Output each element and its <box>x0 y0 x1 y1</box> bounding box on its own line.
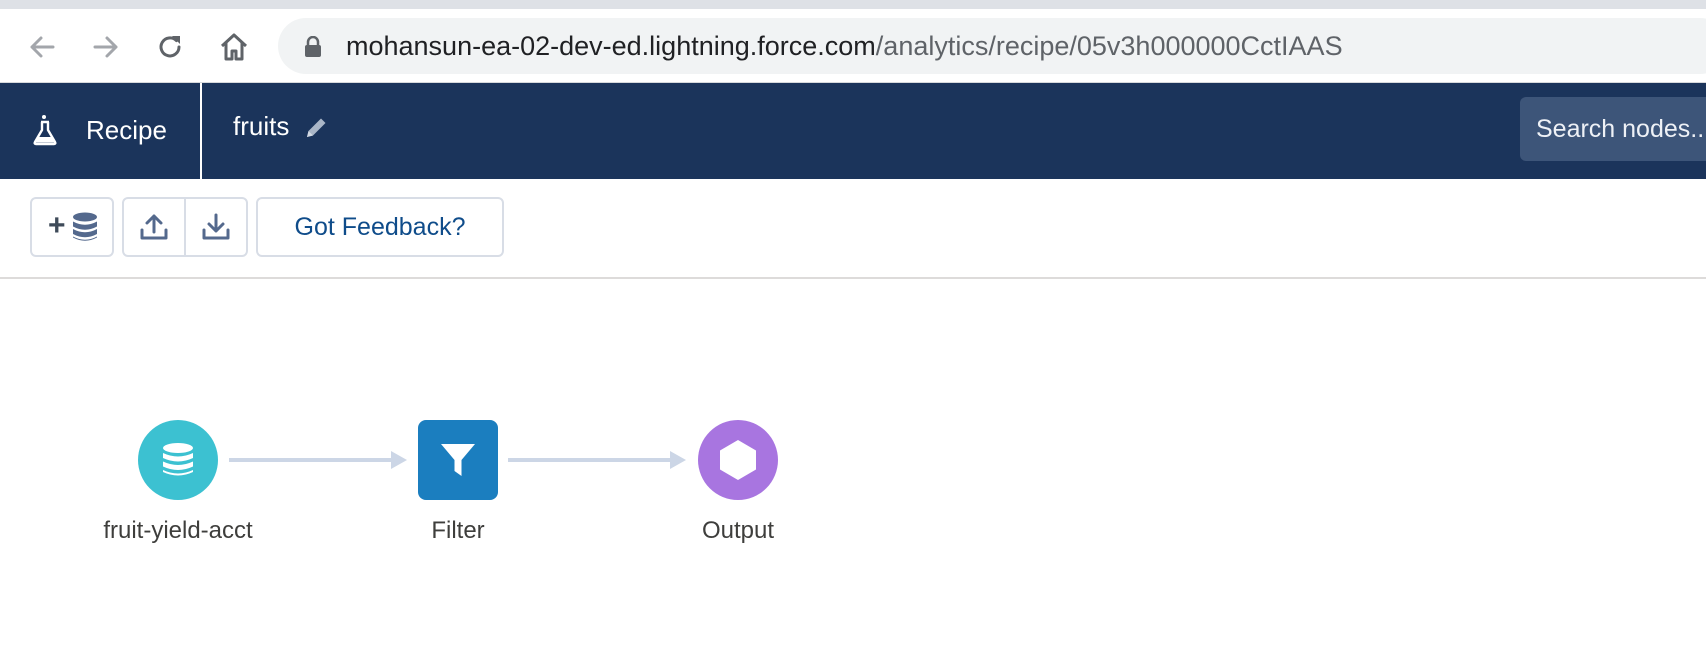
connector-arrowhead <box>670 451 686 469</box>
connector-line <box>229 458 399 462</box>
upload-download-group <box>122 197 248 257</box>
node-filter-label: Filter <box>431 517 485 544</box>
plus-icon: + <box>48 209 66 242</box>
connector-arrowhead <box>391 451 407 469</box>
arrow-left-icon <box>30 36 55 58</box>
search-nodes-input[interactable] <box>1520 97 1706 161</box>
flask-icon <box>33 115 57 146</box>
connector-line <box>508 458 678 462</box>
upload-icon <box>140 214 168 240</box>
reload-icon <box>159 36 181 58</box>
node-dataset[interactable] <box>138 420 218 500</box>
upload-button[interactable] <box>124 199 184 255</box>
back-button[interactable] <box>24 29 60 65</box>
pencil-icon[interactable] <box>303 115 329 141</box>
download-icon <box>202 213 230 240</box>
hexagon-icon <box>720 440 756 480</box>
recipe-name: fruits <box>233 111 290 141</box>
home-icon <box>220 33 248 61</box>
node-output-label: Output <box>701 517 775 544</box>
add-input-data-button[interactable]: + <box>30 197 114 257</box>
browser-tab-strip <box>0 0 1706 9</box>
app-header: Recipe fruits <box>0 83 1706 179</box>
url-text: mohansun-ea-02-dev-ed.lightning.force.co… <box>346 18 1343 74</box>
lock-icon <box>305 36 321 57</box>
address-bar[interactable]: mohansun-ea-02-dev-ed.lightning.force.co… <box>278 18 1706 74</box>
search-nodes-box <box>1520 97 1706 161</box>
arrow-right-icon <box>93 36 118 58</box>
recipe-toolbar: + Got Feedback? <box>0 179 1706 279</box>
download-button[interactable] <box>184 199 246 255</box>
home-button[interactable] <box>216 29 252 65</box>
node-dataset-shape <box>138 420 218 500</box>
node-filter-shape <box>418 420 498 500</box>
app-launcher-tab[interactable]: Recipe <box>0 83 202 179</box>
browser-toolbar: mohansun-ea-02-dev-ed.lightning.force.co… <box>0 9 1706 83</box>
node-output-shape <box>698 420 778 500</box>
database-icon <box>163 443 193 476</box>
filter-icon <box>441 444 475 476</box>
recipe-canvas[interactable]: fruit-yield-acct Filter Output <box>0 279 1706 662</box>
node-dataset-label: fruit-yield-acct <box>103 517 253 544</box>
reload-button[interactable] <box>152 29 188 65</box>
feedback-button[interactable]: Got Feedback? <box>256 197 504 257</box>
database-icon <box>73 212 97 241</box>
node-output[interactable] <box>698 420 778 500</box>
node-filter[interactable] <box>418 420 498 500</box>
forward-button[interactable] <box>88 29 124 65</box>
app-label: Recipe <box>86 115 167 145</box>
url-host: mohansun-ea-02-dev-ed.lightning.force.co… <box>346 31 876 61</box>
url-path: /analytics/recipe/05v3h000000CctIAAS <box>875 31 1343 61</box>
